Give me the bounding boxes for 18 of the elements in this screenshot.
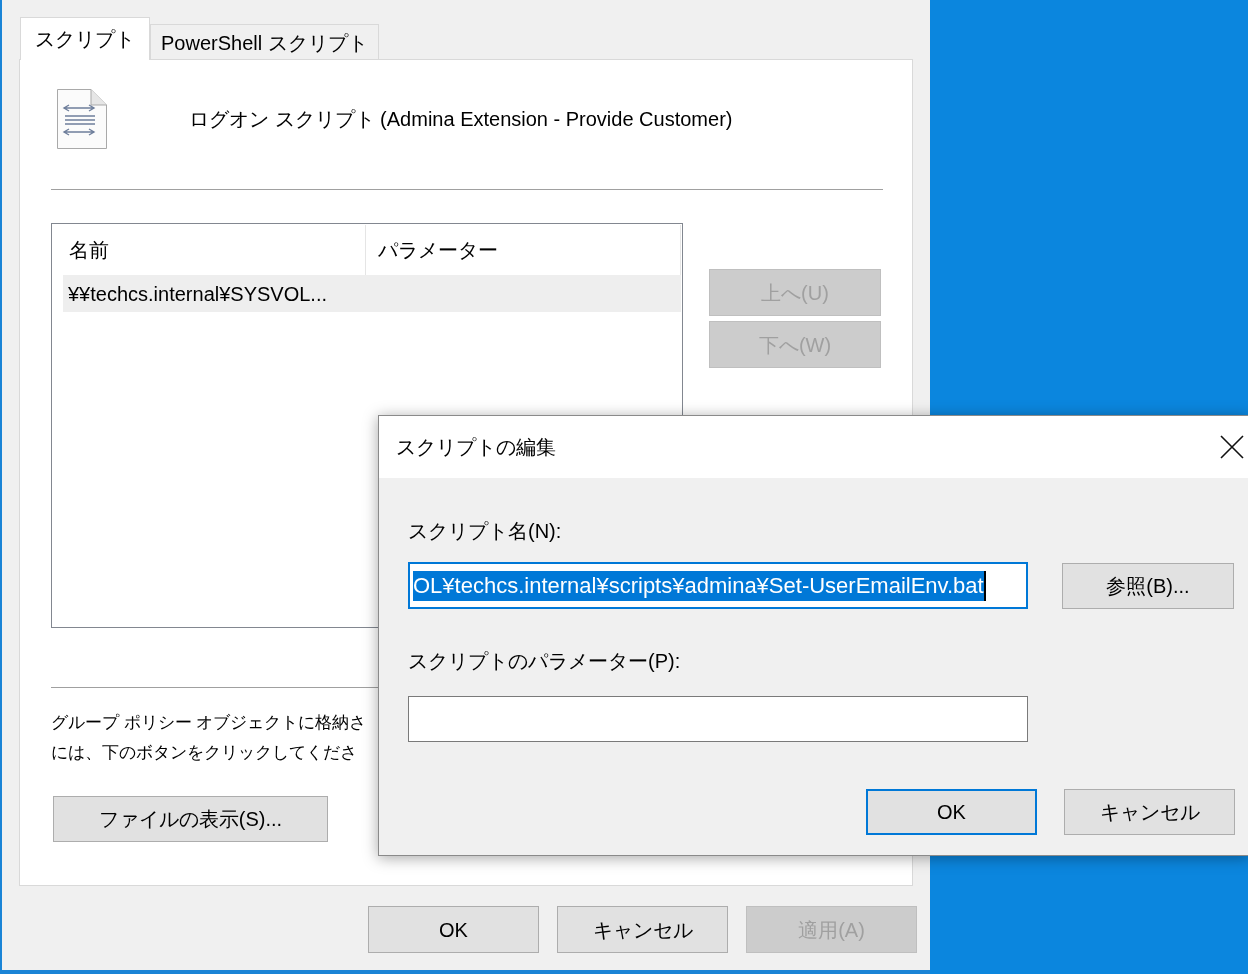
close-icon[interactable]	[1220, 435, 1244, 459]
dialog-title: スクリプトの編集	[396, 435, 556, 460]
cancel-button[interactable]: キャンセル	[557, 906, 728, 953]
tab[interactable]: スクリプト	[20, 17, 150, 60]
script-name-label: スクリプト名(N):	[408, 519, 562, 544]
script-title: ログオン スクリプト (Admina Extension - Provide Customer)	[189, 107, 733, 132]
cancel-button[interactable]: キャンセル	[1064, 789, 1235, 835]
parameters-label: スクリプトのパラメーター(P):	[408, 649, 681, 674]
browse-button[interactable]: 参照(B)...	[1062, 562, 1234, 609]
tab[interactable]: PowerShell スクリプト	[150, 24, 379, 60]
show-files-button[interactable]: ファイルの表示(S)...	[53, 796, 328, 842]
script-name-field[interactable]: OL¥techcs.internal¥scripts¥admina¥Set-UserEmailEnv.bat	[408, 562, 1028, 609]
list-row[interactable]: ¥¥techcs.internal¥SYSVOL...	[63, 275, 681, 312]
ok-button[interactable]: OK	[866, 789, 1037, 835]
parameters-field[interactable]	[408, 696, 1028, 742]
ok-button[interactable]: OK	[368, 906, 539, 953]
description-text: グループ ポリシー オブジェクトに格納さ には、下のボタンをクリックしてくださ	[51, 712, 367, 764]
document-icon	[56, 88, 108, 150]
